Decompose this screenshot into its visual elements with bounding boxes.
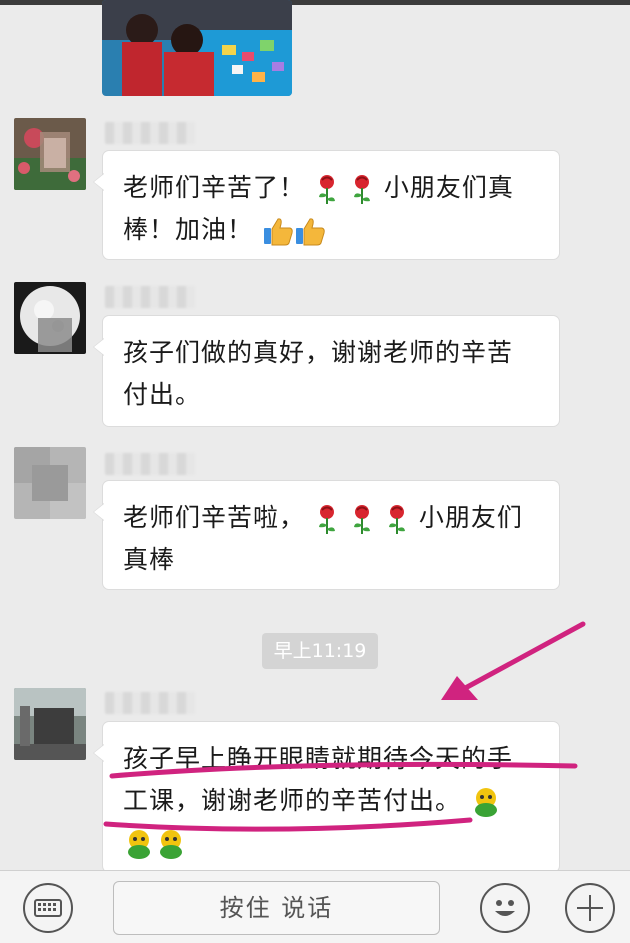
input-bar: 按住 说话 xyxy=(0,870,630,943)
keyboard-icon xyxy=(34,899,62,917)
keyboard-toggle-button[interactable] xyxy=(23,883,73,933)
more-options-button[interactable] xyxy=(565,883,615,933)
plus-icon xyxy=(577,895,603,921)
smiley-icon xyxy=(495,900,515,916)
chat-area[interactable]: 老师们辛苦了！ 小朋友们真 棒！加油！ 孩子们做的真好，谢谢老师的辛苦 付出。 … xyxy=(0,0,630,870)
emoji-button[interactable] xyxy=(480,883,530,933)
hold-to-talk-button[interactable]: 按住 说话 xyxy=(113,881,440,935)
annotation-overlay xyxy=(103,621,586,832)
